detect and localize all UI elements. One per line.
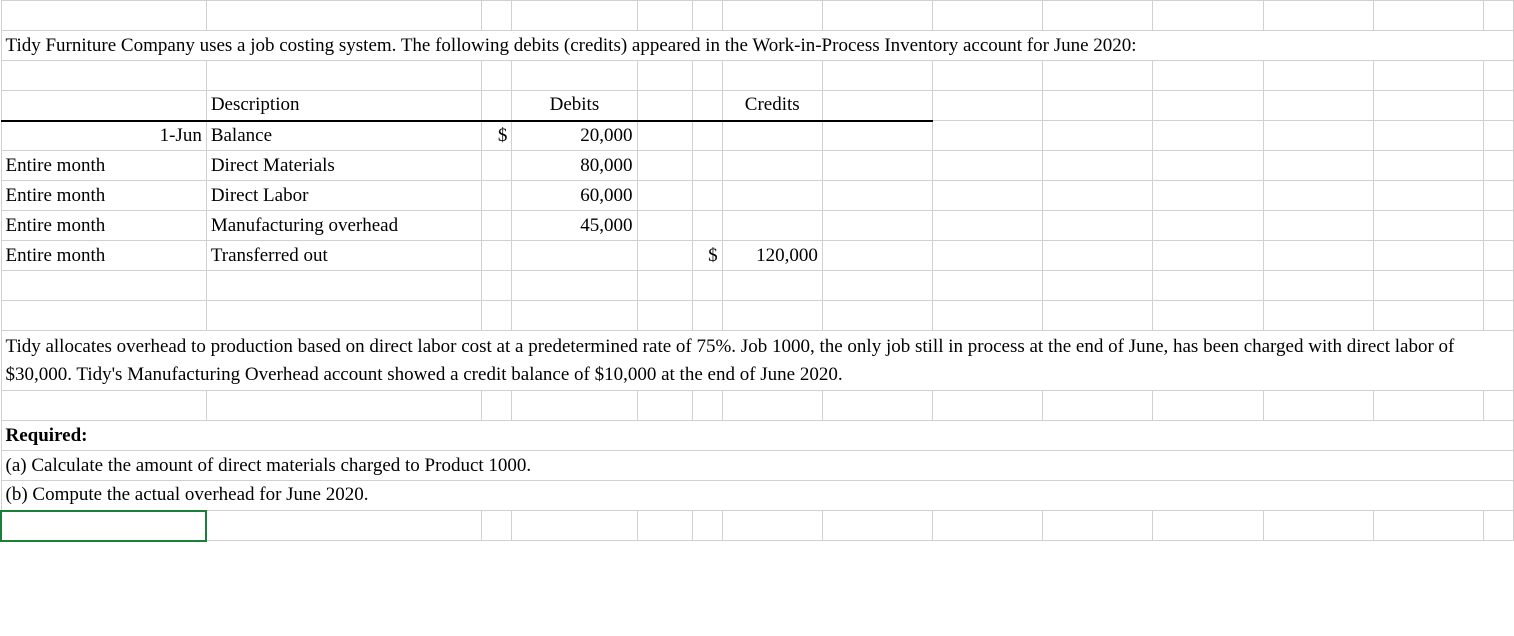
- cell-date[interactable]: Entire month: [1, 181, 206, 211]
- cell-debit-sym[interactable]: [482, 181, 512, 211]
- cell-credit[interactable]: 120,000: [722, 241, 822, 271]
- cell-desc[interactable]: Balance: [206, 121, 481, 151]
- table-row: [1, 1, 1514, 31]
- cell-desc[interactable]: Manufacturing overhead: [206, 211, 481, 241]
- active-cell[interactable]: [1, 511, 206, 541]
- cell-date[interactable]: Entire month: [1, 211, 206, 241]
- cell-debit-sym[interactable]: $: [482, 121, 512, 151]
- cell-credit-sym[interactable]: [692, 121, 722, 151]
- col-header-debits: Debits: [512, 91, 637, 121]
- cell-desc[interactable]: Direct Materials: [206, 151, 481, 181]
- cell-debit[interactable]: [512, 241, 637, 271]
- table-row: Required:: [1, 421, 1514, 451]
- cell-credit-sym[interactable]: $: [692, 241, 722, 271]
- cell-debit-sym[interactable]: [482, 241, 512, 271]
- table-row: (b) Compute the actual overhead for June…: [1, 481, 1514, 511]
- table-row: Entire month Direct Materials 80,000: [1, 151, 1514, 181]
- table-row: [1, 301, 1514, 331]
- cell-credit-sym[interactable]: [692, 151, 722, 181]
- table-row: [1, 61, 1514, 91]
- table-row: Entire month Manufacturing overhead 45,0…: [1, 211, 1514, 241]
- cell-desc[interactable]: Transferred out: [206, 241, 481, 271]
- cell-debit[interactable]: 45,000: [512, 211, 637, 241]
- cell-credit[interactable]: [722, 181, 822, 211]
- cell-debit[interactable]: 20,000: [512, 121, 637, 151]
- table-row: 1-Jun Balance $ 20,000: [1, 121, 1514, 151]
- cell-date[interactable]: Entire month: [1, 151, 206, 181]
- table-row: [1, 511, 1514, 541]
- table-row: Entire month Direct Labor 60,000: [1, 181, 1514, 211]
- table-row: Tidy Furniture Company uses a job costin…: [1, 31, 1514, 61]
- paragraph-2: Tidy allocates overhead to production ba…: [1, 331, 1514, 391]
- required-label: Required:: [1, 421, 1514, 451]
- spreadsheet-grid[interactable]: Tidy Furniture Company uses a job costin…: [0, 0, 1514, 542]
- cell-debit[interactable]: 80,000: [512, 151, 637, 181]
- cell-date[interactable]: 1-Jun: [1, 121, 206, 151]
- cell-credit-sym[interactable]: [692, 181, 722, 211]
- requirement-b: (b) Compute the actual overhead for June…: [1, 481, 1514, 511]
- cell-credit[interactable]: [722, 151, 822, 181]
- cell-credit[interactable]: [722, 211, 822, 241]
- intro-text: Tidy Furniture Company uses a job costin…: [1, 31, 1514, 61]
- col-header-description: Description: [206, 91, 481, 121]
- table-row: Entire month Transferred out $ 120,000: [1, 241, 1514, 271]
- cell-credit-sym[interactable]: [692, 211, 722, 241]
- cell-desc[interactable]: Direct Labor: [206, 181, 481, 211]
- requirement-a: (a) Calculate the amount of direct mater…: [1, 451, 1514, 481]
- table-row: [1, 391, 1514, 421]
- cell-debit-sym[interactable]: [482, 211, 512, 241]
- table-row: Description Debits Credits: [1, 91, 1514, 121]
- col-header-credits: Credits: [722, 91, 822, 121]
- table-row: Tidy allocates overhead to production ba…: [1, 331, 1514, 391]
- table-row: (a) Calculate the amount of direct mater…: [1, 451, 1514, 481]
- cell-debit[interactable]: 60,000: [512, 181, 637, 211]
- table-row: [1, 271, 1514, 301]
- cell-debit-sym[interactable]: [482, 151, 512, 181]
- cell-credit[interactable]: [722, 121, 822, 151]
- cell-date[interactable]: Entire month: [1, 241, 206, 271]
